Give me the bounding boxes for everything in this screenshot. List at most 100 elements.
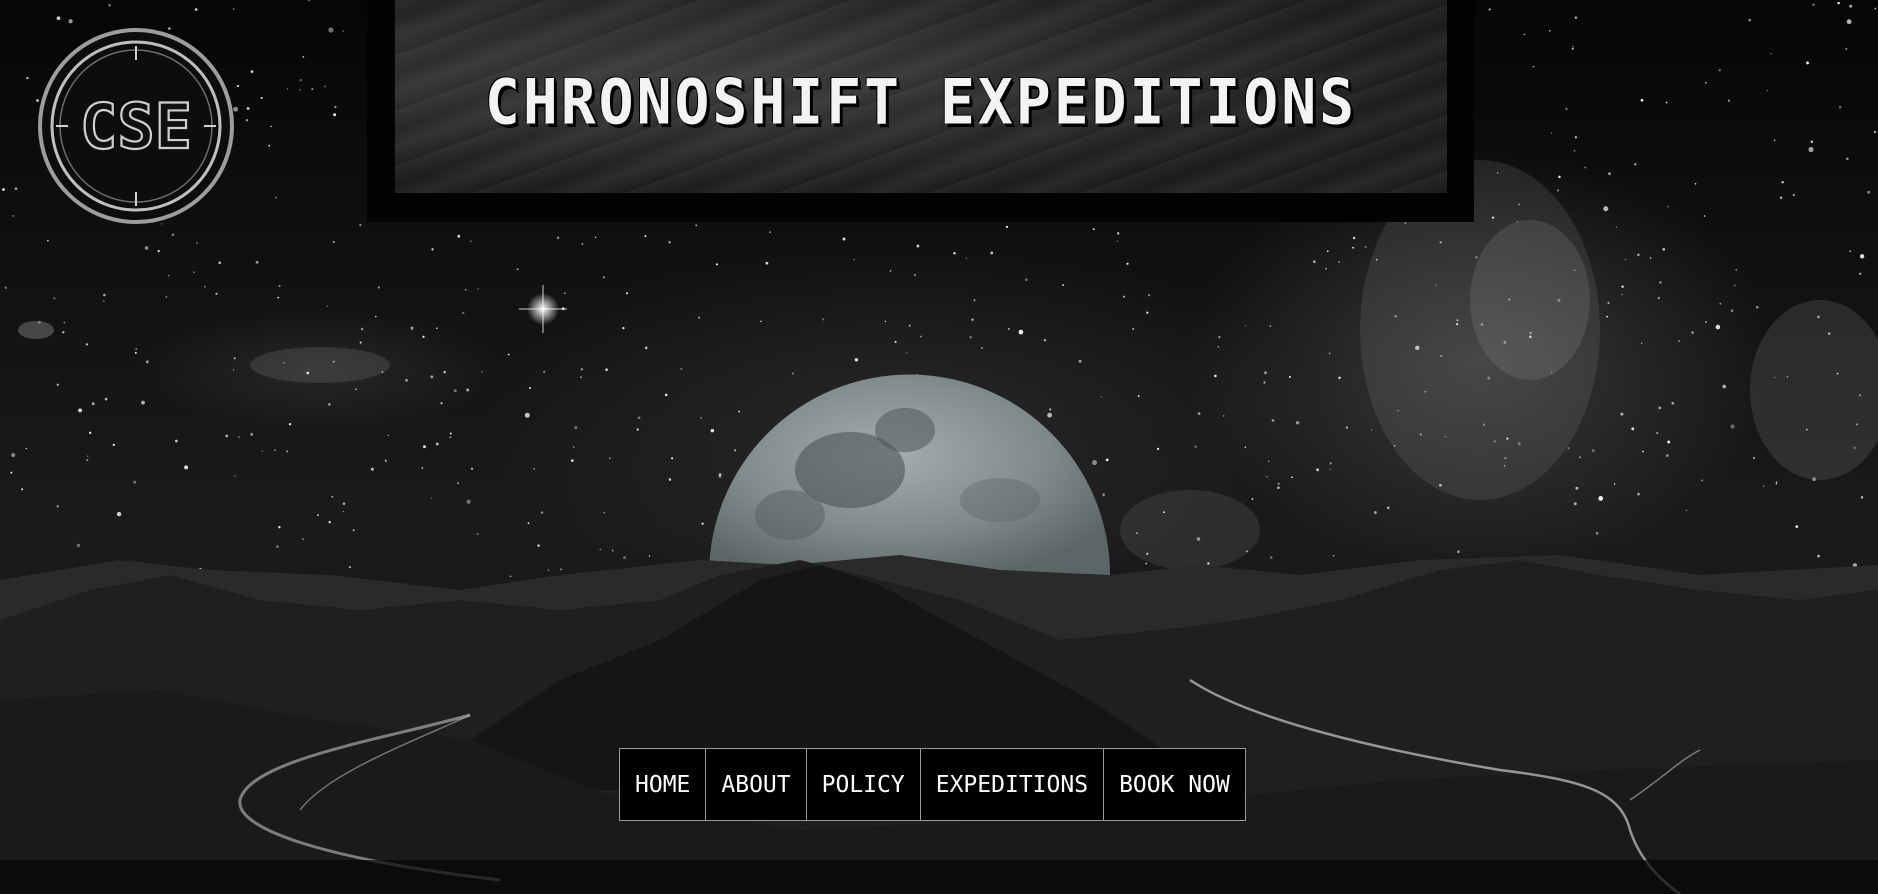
star xyxy=(431,248,434,251)
star xyxy=(990,251,994,255)
star xyxy=(1812,3,1815,6)
star xyxy=(423,445,426,449)
star xyxy=(1145,562,1148,565)
star xyxy=(215,292,218,295)
star xyxy=(302,55,305,58)
star xyxy=(1845,157,1849,161)
page: CSE CHRONOSHIFT EXPEDITIONS HOME ABOUT P… xyxy=(0,0,1878,894)
star xyxy=(375,315,377,318)
star xyxy=(622,326,625,330)
star xyxy=(664,393,668,397)
star xyxy=(1781,180,1784,184)
star xyxy=(1810,140,1813,143)
star xyxy=(1102,493,1105,497)
star xyxy=(1329,461,1332,465)
star xyxy=(405,378,408,382)
star xyxy=(134,351,137,354)
star xyxy=(1007,327,1010,331)
star xyxy=(85,343,88,346)
star xyxy=(913,273,917,277)
star xyxy=(889,270,892,272)
star xyxy=(250,432,254,436)
star xyxy=(1218,336,1221,339)
star xyxy=(1263,381,1266,384)
cse-compass-emblem-icon[interactable]: CSE xyxy=(36,26,236,226)
star xyxy=(1579,456,1581,459)
star xyxy=(1295,421,1300,425)
star xyxy=(470,467,474,470)
star xyxy=(1043,339,1047,342)
star xyxy=(477,288,480,290)
star xyxy=(1338,376,1341,380)
star xyxy=(1277,482,1280,485)
star xyxy=(644,346,648,350)
star xyxy=(1621,293,1623,296)
star xyxy=(605,368,608,372)
star xyxy=(1116,232,1120,235)
star xyxy=(1214,374,1217,378)
star xyxy=(1217,346,1220,348)
nav-expeditions-button[interactable]: EXPEDITIONS xyxy=(921,749,1105,820)
star xyxy=(1859,272,1862,275)
star xyxy=(1873,130,1877,134)
star xyxy=(1078,359,1082,363)
star xyxy=(540,511,544,514)
star xyxy=(1634,163,1637,166)
star xyxy=(1352,246,1355,249)
nav-policy-button[interactable]: POLICY xyxy=(807,749,921,820)
star xyxy=(1659,281,1662,284)
star xyxy=(275,196,278,199)
star xyxy=(547,569,550,571)
star xyxy=(556,236,560,240)
star xyxy=(543,370,546,373)
star xyxy=(10,471,13,474)
star xyxy=(430,375,434,379)
star xyxy=(1730,309,1734,313)
star xyxy=(88,431,92,435)
nav-book-now-button[interactable]: BOOK NOW xyxy=(1104,749,1245,820)
star xyxy=(1727,99,1731,102)
star xyxy=(1222,415,1225,417)
star xyxy=(1194,445,1197,448)
star xyxy=(435,327,438,330)
star xyxy=(1147,294,1151,297)
star xyxy=(1817,554,1820,558)
star xyxy=(410,326,414,330)
star xyxy=(1691,331,1694,334)
star xyxy=(602,276,605,279)
star xyxy=(760,320,762,323)
star xyxy=(1641,450,1644,453)
star xyxy=(116,511,122,517)
star xyxy=(278,526,281,529)
star xyxy=(255,260,259,264)
nav-home-button[interactable]: HOME xyxy=(620,749,707,820)
star xyxy=(671,457,674,460)
star xyxy=(908,324,911,327)
star xyxy=(1329,468,1331,470)
star xyxy=(165,295,168,298)
star xyxy=(1126,262,1129,265)
star xyxy=(276,545,279,548)
star xyxy=(1766,89,1769,92)
star xyxy=(288,422,292,426)
star xyxy=(56,383,59,386)
star xyxy=(268,144,271,147)
star xyxy=(218,261,221,264)
star xyxy=(68,19,73,24)
star xyxy=(1762,485,1765,488)
star xyxy=(1607,301,1610,305)
star xyxy=(1658,406,1662,410)
star xyxy=(167,274,170,277)
star xyxy=(1116,240,1119,243)
star xyxy=(1574,16,1578,19)
star xyxy=(299,78,303,82)
star xyxy=(1271,419,1275,422)
nav-about-button[interactable]: ABOUT xyxy=(706,749,807,820)
star xyxy=(1808,146,1814,153)
star xyxy=(384,459,387,462)
star xyxy=(509,575,512,578)
star xyxy=(1457,550,1460,554)
star xyxy=(308,0,310,2)
star xyxy=(625,292,629,295)
star xyxy=(1598,496,1604,501)
